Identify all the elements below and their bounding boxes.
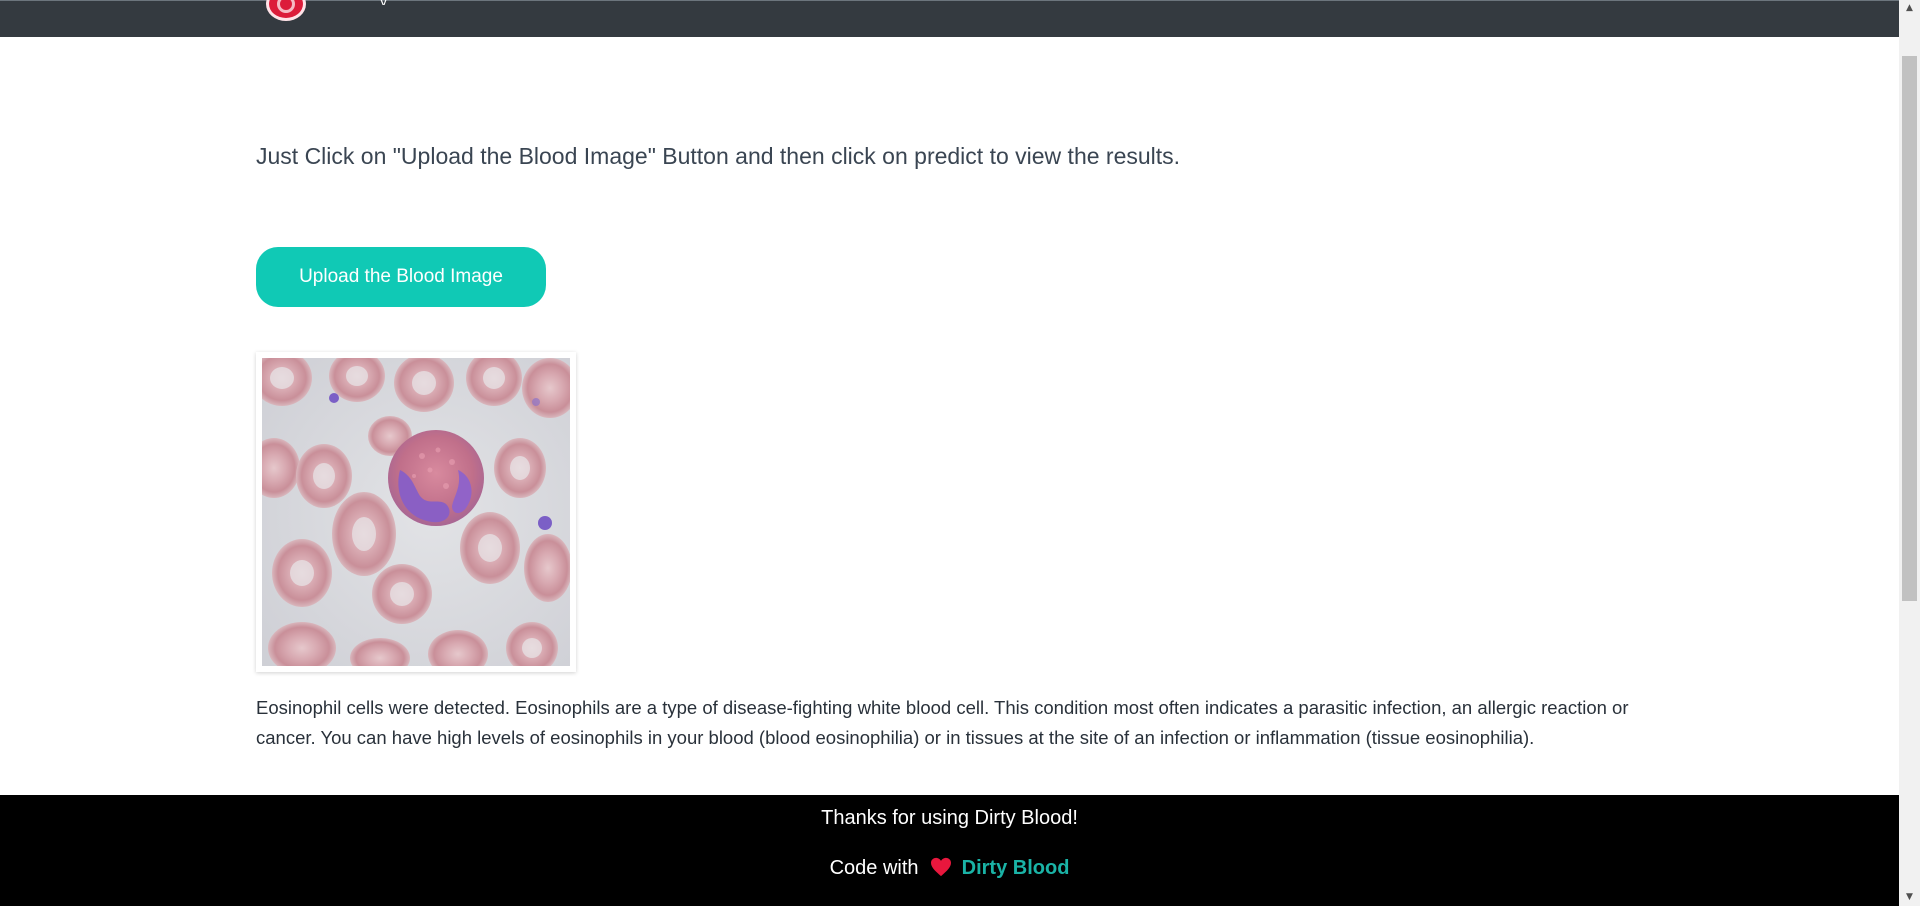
blood-smear-image [262,358,570,666]
footer-thanks-text: Thanks for using Dirty Blood! [821,807,1078,829]
scroll-down-arrow-icon[interactable]: ▼ [1899,889,1920,906]
blood-drop-logo-icon[interactable] [266,0,306,21]
scrollbar-thumb[interactable] [1902,56,1917,601]
blood-image-preview [256,352,576,672]
prediction-result-text: Eosinophil cells were detected. Eosinoph… [256,697,1629,748]
page-footer: Thanks for using Dirty Blood! Code with … [0,795,1899,906]
footer-credit: Code with Dirty Blood [0,855,1899,881]
vertical-scrollbar[interactable]: ▲ ▼ [1899,0,1920,906]
scroll-up-arrow-icon[interactable]: ▲ [1899,0,1920,17]
footer-credit-prefix: Code with [829,857,919,879]
heart-icon [931,857,952,877]
upload-blood-image-button[interactable]: Upload the Blood Image [256,247,546,307]
top-navbar: y [0,0,1899,37]
navbar-brand-text[interactable]: y [380,0,390,5]
footer-dirty-blood-link[interactable]: Dirty Blood [962,857,1070,879]
instruction-text: Just Click on "Upload the Blood Image" B… [256,143,1181,169]
app-root: y Just Click on "Upload the Blood Image"… [0,0,1920,906]
